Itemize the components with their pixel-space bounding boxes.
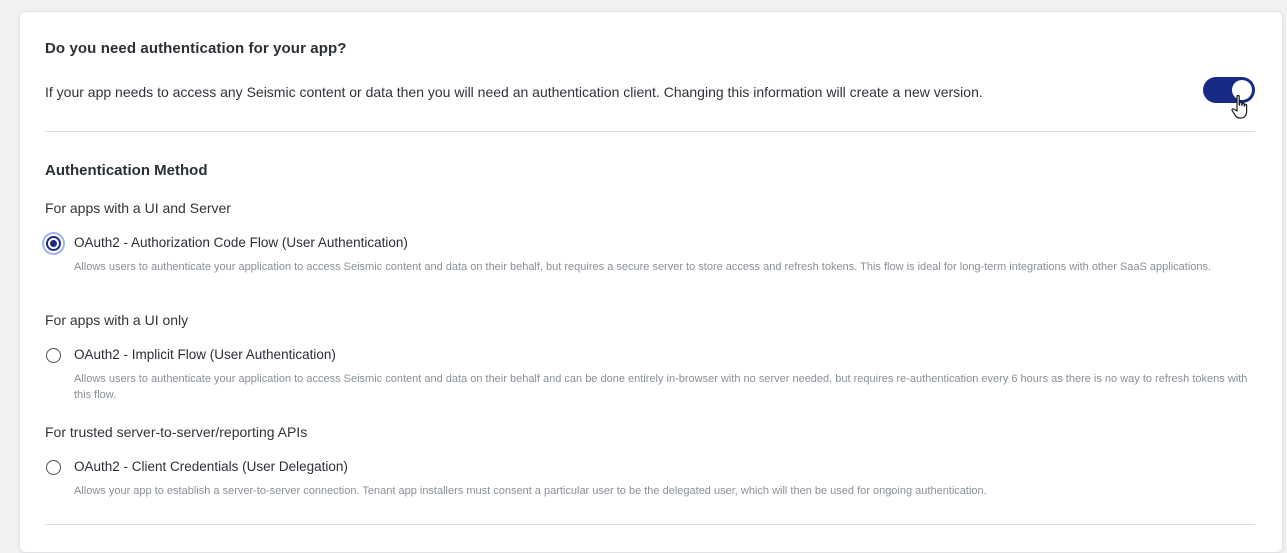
radio-implicit-flow[interactable] xyxy=(46,348,61,363)
option-label-client-credentials[interactable]: OAuth2 - Client Credentials (User Delega… xyxy=(74,459,348,474)
group-label-server-to-server: For trusted server-to-server/reporting A… xyxy=(45,424,308,440)
option-help-authorization-code-flow: Allows users to authenticate your applic… xyxy=(74,261,1212,273)
bottom-divider xyxy=(45,524,1255,525)
authentication-method-heading: Authentication Method xyxy=(45,162,208,179)
authentication-settings-card: Do you need authentication for your app?… xyxy=(19,11,1283,553)
section-divider xyxy=(45,131,1255,132)
option-label-authorization-code-flow[interactable]: OAuth2 - Authorization Code Flow (User A… xyxy=(74,235,408,250)
option-help-implicit-flow: Allows users to authenticate your applic… xyxy=(74,373,1248,401)
auth-description: If your app needs to access any Seismic … xyxy=(45,84,983,100)
group-label-ui-and-server: For apps with a UI and Server xyxy=(45,200,231,216)
option-label-implicit-flow[interactable]: OAuth2 - Implicit Flow (User Authenticat… xyxy=(74,347,336,362)
auth-question-heading: Do you need authentication for your app? xyxy=(45,40,347,57)
radio-authorization-code-flow[interactable] xyxy=(46,236,61,251)
option-help-client-credentials: Allows your app to establish a server-to… xyxy=(74,485,987,497)
radio-client-credentials[interactable] xyxy=(46,460,61,475)
group-label-ui-only: For apps with a UI only xyxy=(45,312,189,328)
hand-pointer-cursor-icon xyxy=(1231,94,1248,119)
